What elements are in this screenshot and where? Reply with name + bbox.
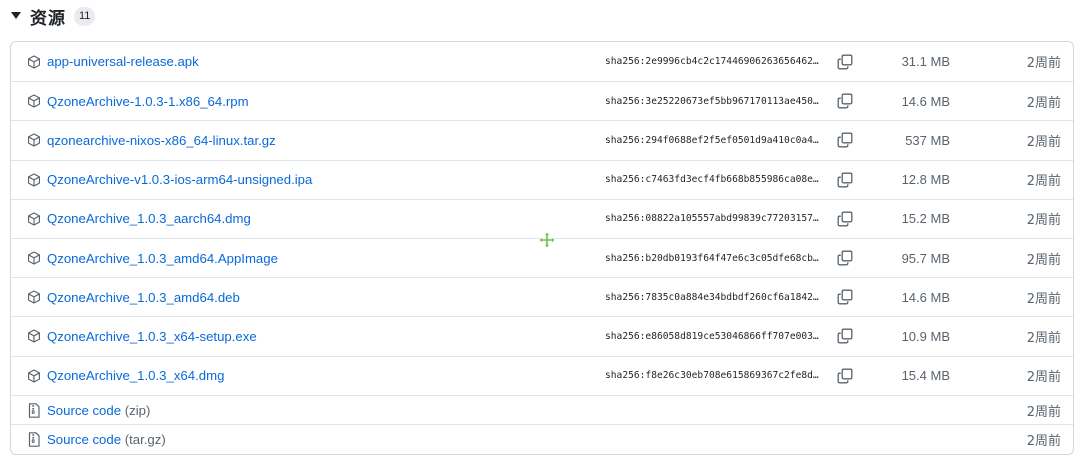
package-icon [25, 317, 43, 355]
asset-sha256: sha256:3e25220673ef5bb967170113ae450… [605, 95, 819, 107]
asset-sha256: sha256:f8e26c30eb708e615869367c2fe8d… [605, 370, 819, 382]
asset-row: app-universal-release.apk sha256:2e9996cb… [11, 42, 1073, 81]
asset-size: 15.4 MB [901, 368, 950, 384]
package-icon [25, 200, 43, 238]
source-code-link[interactable]: Source code (zip) [47, 403, 150, 418]
asset-size: 10.9 MB [901, 328, 950, 344]
asset-size: 14.6 MB [901, 93, 950, 109]
source-code-format: (zip) [124, 402, 151, 418]
source-code-format: (tar.gz) [124, 432, 166, 448]
copy-icon[interactable] [835, 161, 855, 199]
assets-section-header[interactable]: 资源 11 [10, 3, 96, 29]
package-icon [25, 121, 43, 159]
copy-icon[interactable] [835, 278, 855, 316]
asset-link[interactable]: QzoneArchive_1.0.3_amd64.deb [47, 290, 240, 305]
file-zip-icon [25, 425, 43, 454]
asset-sha256: sha256:c7463fd3ecf4fb668b855986ca08e… [605, 174, 819, 186]
copy-icon[interactable] [835, 42, 855, 81]
asset-date: 2周前 [1026, 330, 1061, 346]
copy-icon[interactable] [835, 317, 855, 355]
source-code-label: Source code [47, 402, 122, 418]
asset-link[interactable]: QzoneArchive_1.0.3_amd64.AppImage [47, 251, 278, 266]
package-icon [25, 278, 43, 316]
asset-row: QzoneArchive-1.0.3-1.x86_64.rpm sha256:3e… [11, 81, 1073, 120]
file-zip-icon [25, 396, 43, 425]
asset-sha256: sha256:08822a105557abd99839c77203157… [605, 213, 819, 225]
asset-link[interactable]: qzonearchive-nixos-x86_64-linux.tar.gz [47, 133, 276, 148]
copy-icon[interactable] [835, 357, 855, 395]
assets-title: 资源 [30, 8, 66, 29]
asset-date: 2周前 [1026, 370, 1061, 386]
asset-date: 2周前 [1026, 56, 1061, 72]
copy-icon[interactable] [835, 82, 855, 120]
asset-size: 537 MB [905, 132, 950, 148]
asset-sha256: sha256:2e9996cb4c2c17446906263656462… [605, 56, 819, 68]
assets-count-badge: 11 [74, 6, 96, 26]
copy-icon[interactable] [835, 239, 855, 277]
asset-date: 2周前 [1026, 174, 1061, 190]
asset-date: 2周前 [1026, 95, 1061, 111]
asset-date: 2周前 [1026, 291, 1061, 307]
asset-sha256: sha256:b20db0193f64f47e6c3c05dfe68cb… [605, 252, 819, 264]
asset-size: 15.2 MB [901, 211, 950, 227]
asset-date: 2周前 [1026, 134, 1061, 150]
package-icon [25, 239, 43, 277]
asset-row: QzoneArchive-v1.0.3-ios-arm64-unsigned.i… [11, 159, 1073, 199]
source-code-label: Source code [47, 432, 122, 448]
asset-link[interactable]: QzoneArchive-1.0.3-1.x86_64.rpm [47, 94, 249, 109]
source-row: Source code (tar.gz) 2周前 [11, 424, 1073, 454]
copy-icon[interactable] [835, 121, 855, 159]
asset-sha256: sha256:7835c0a884e34bdbdf260cf6a1842… [605, 291, 819, 303]
asset-size: 14.6 MB [901, 289, 950, 305]
package-icon [25, 357, 43, 395]
asset-size: 12.8 MB [901, 172, 950, 188]
asset-row: QzoneArchive_1.0.3_amd64.deb sha256:7835c… [11, 277, 1073, 316]
asset-sha256: sha256:e86058d819ce53046866ff707e003… [605, 330, 819, 342]
triangle-down-icon[interactable] [10, 10, 22, 22]
copy-icon[interactable] [835, 200, 855, 238]
asset-link[interactable]: app-universal-release.apk [47, 54, 199, 69]
move-cursor-icon [538, 231, 556, 249]
asset-size: 95.7 MB [901, 250, 950, 266]
asset-date: 2周前 [1026, 252, 1061, 268]
asset-row: QzoneArchive_1.0.3_x64.dmg sha256:f8e26c3… [11, 355, 1073, 395]
asset-date: 2周前 [1026, 213, 1061, 229]
asset-row: qzonearchive-nixos-x86_64-linux.tar.gz sh… [11, 120, 1073, 159]
package-icon [25, 82, 43, 120]
asset-link[interactable]: QzoneArchive_1.0.3_x64.dmg [47, 368, 224, 383]
asset-sha256: sha256:294f0688ef2f5ef0501d9a410c0a4… [605, 134, 819, 146]
package-icon [25, 161, 43, 199]
package-icon [25, 42, 43, 81]
asset-link[interactable]: QzoneArchive_1.0.3_aarch64.dmg [47, 211, 251, 226]
asset-row: QzoneArchive_1.0.3_x64-setup.exe sha256:e… [11, 316, 1073, 355]
asset-link[interactable]: QzoneArchive_1.0.3_x64-setup.exe [47, 329, 257, 344]
source-date: 2周前 [1026, 434, 1061, 450]
source-date: 2周前 [1026, 404, 1061, 420]
source-code-link[interactable]: Source code (tar.gz) [47, 432, 166, 447]
asset-size: 31.1 MB [901, 54, 950, 70]
asset-link[interactable]: QzoneArchive-v1.0.3-ios-arm64-unsigned.i… [47, 172, 312, 187]
source-row: Source code (zip) 2周前 [11, 394, 1073, 425]
